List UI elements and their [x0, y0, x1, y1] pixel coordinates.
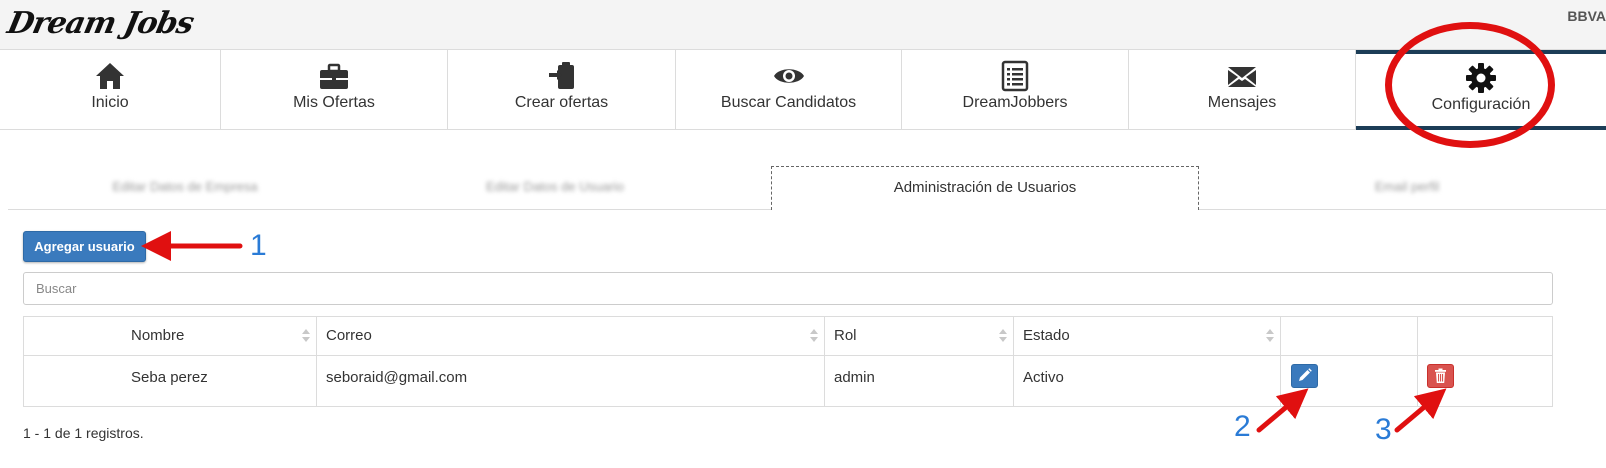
- annotation-arrows: [141, 231, 1447, 433]
- arrow-3: [1394, 388, 1447, 433]
- annotation-number-1: 1: [250, 229, 267, 262]
- arrow-2: [1256, 388, 1309, 433]
- annotation-number-3: 3: [1375, 413, 1392, 446]
- annotation-number-2: 2: [1234, 410, 1251, 443]
